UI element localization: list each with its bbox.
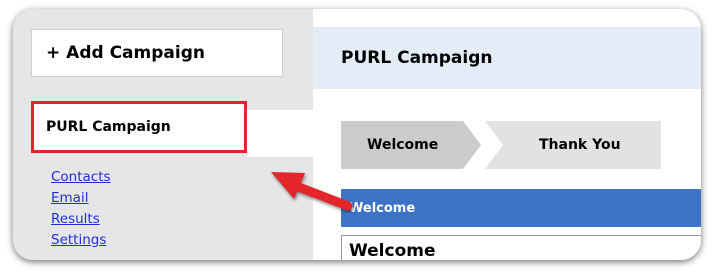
welcome-title-input[interactable] <box>341 235 701 260</box>
page-title: PURL Campaign <box>313 27 701 89</box>
main-panel: PURL Campaign Welcome Thank You Welcome <box>313 9 701 260</box>
sidebar-link-email[interactable]: Email <box>51 188 111 209</box>
step-tab-thank-you[interactable]: Thank You <box>485 121 661 169</box>
sidebar-link-results[interactable]: Results <box>51 209 111 230</box>
section-header-welcome: Welcome <box>341 189 701 227</box>
step-tabs: Welcome Thank You <box>341 121 701 169</box>
step-tab-welcome[interactable]: Welcome <box>341 121 481 169</box>
sidebar-link-settings[interactable]: Settings <box>51 230 111 251</box>
add-campaign-button[interactable]: + Add Campaign <box>31 29 283 77</box>
sidebar-item-purl-campaign[interactable]: PURL Campaign <box>31 101 247 153</box>
active-tab-connector <box>247 110 313 157</box>
sidebar-link-contacts[interactable]: Contacts <box>51 167 111 188</box>
sidebar-links: Contacts Email Results Settings <box>51 167 111 251</box>
app-window: + Add Campaign PURL Campaign Contacts Em… <box>13 9 701 260</box>
